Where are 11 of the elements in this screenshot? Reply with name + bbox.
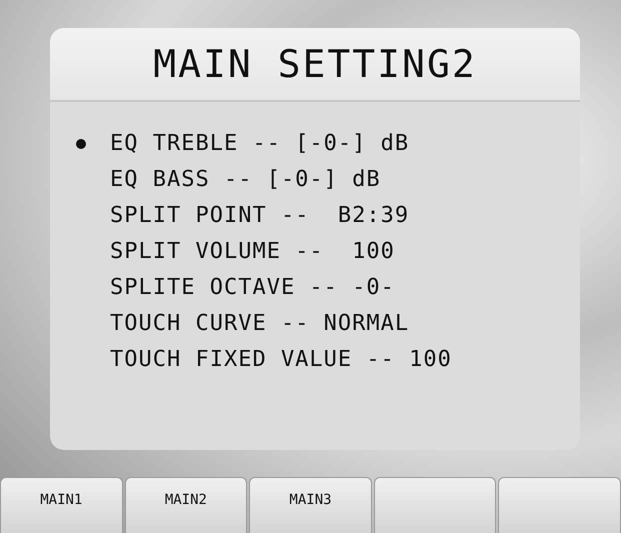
- tab-button[interactable]: MAIN1: [0, 477, 123, 533]
- menu-item[interactable]: TOUCH CURVE -- NORMAL: [110, 311, 410, 336]
- menu-item[interactable]: SPLIT POINT -- B2:39: [110, 203, 410, 228]
- tab-button[interactable]: MAIN3: [249, 477, 372, 533]
- menu-item[interactable]: SPLITE OCTAVE -- -0-: [110, 275, 395, 300]
- menu-item[interactable]: EQ TREBLE -- [-0-] dB: [110, 131, 410, 156]
- tab-button[interactable]: MAIN2: [124, 477, 248, 533]
- screen-title: MAIN SETTING2: [153, 42, 477, 86]
- menu-item[interactable]: EQ BASS -- [-0-] dB: [110, 167, 381, 192]
- menu-item[interactable]: SPLIT VOLUME -- 100: [110, 239, 395, 264]
- menu-item[interactable]: TOUCH FIXED VALUE -- 100: [110, 347, 452, 372]
